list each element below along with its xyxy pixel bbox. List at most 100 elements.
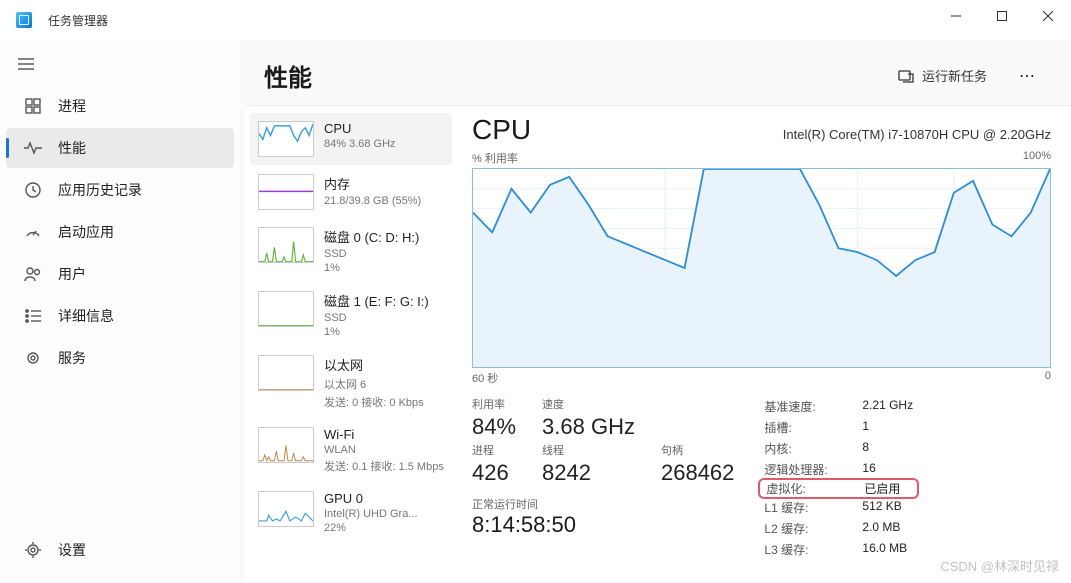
app-icon: [16, 12, 32, 28]
resource-disk1[interactable]: 磁盘 1 (E: F: G: I:) SSD 1%: [250, 283, 452, 346]
axis-left: 60 秒: [472, 370, 498, 386]
cpu-info-table: 基准速度:2.21 GHz插槽:1内核:8逻辑处理器:16虚拟化:已启用L1 缓…: [764, 396, 913, 560]
nav-services[interactable]: 服务: [6, 338, 234, 378]
eth-thumb: [258, 355, 314, 391]
nav-startup[interactable]: 启动应用: [6, 212, 234, 252]
nav-label: 服务: [58, 348, 86, 368]
handles-label: 句柄: [661, 442, 734, 458]
run-task-label: 运行新任务: [922, 66, 987, 85]
info-row: L1 缓存:512 KB: [764, 497, 913, 518]
nav-details[interactable]: 详细信息: [6, 296, 234, 336]
main-header: 性能 运行新任务 ⋯: [240, 40, 1071, 105]
info-key: 虚拟化:: [766, 480, 856, 497]
uptime-val: 8:14:58:50: [472, 512, 734, 538]
res-sub: Intel(R) UHD Gra...: [324, 508, 418, 520]
res-sub2: 22%: [324, 522, 418, 534]
info-val: 1: [862, 419, 869, 436]
chart-top-right: 100%: [1023, 150, 1051, 166]
res-title: 内存: [324, 174, 421, 193]
nav-label: 详细信息: [58, 306, 114, 326]
resource-wifi[interactable]: Wi-Fi WLAN 发送: 0.1 接收: 1.5 Mbps: [250, 419, 452, 482]
cpu-utilization-chart[interactable]: [472, 168, 1051, 368]
cpu-model: Intel(R) Core(TM) i7-10870H CPU @ 2.20GH…: [783, 127, 1051, 142]
detail-heading: CPU: [472, 114, 531, 146]
run-task-icon: [898, 68, 914, 84]
window-controls: [933, 0, 1071, 32]
threads-val: 8242: [542, 460, 635, 486]
run-new-task-button[interactable]: 运行新任务: [888, 60, 997, 91]
speed-val: 3.68 GHz: [542, 414, 635, 440]
nav-label: 启动应用: [58, 222, 114, 242]
info-val: 16.0 MB: [862, 541, 907, 558]
maximize-button[interactable]: [979, 0, 1025, 32]
resource-disk0[interactable]: 磁盘 0 (C: D: H:) SSD 1%: [250, 219, 452, 282]
nav-processes[interactable]: 进程: [6, 86, 234, 126]
res-title: CPU: [324, 121, 396, 136]
pulse-icon: [24, 139, 42, 157]
grid-icon: [24, 97, 42, 115]
util-label: 利用率: [472, 396, 516, 412]
settings-icon: [24, 541, 42, 559]
info-key: L2 缓存:: [764, 520, 854, 537]
res-title: 以太网: [324, 355, 424, 374]
info-row: 逻辑处理器: 16: [764, 459, 913, 480]
resource-cpu[interactable]: CPU84% 3.68 GHz: [250, 113, 452, 165]
gear-icon: [24, 349, 42, 367]
chart-top-left: % 利用率: [472, 150, 518, 166]
res-title: 磁盘 0 (C: D: H:): [324, 227, 419, 246]
disk-thumb: [258, 227, 314, 263]
stats-grid: 利用率 速度 84% 3.68 GHz 进程 线程 句柄 426 8242 26…: [472, 396, 734, 486]
more-button[interactable]: ⋯: [1009, 60, 1047, 92]
resource-ethernet[interactable]: 以太网以太网 6发送: 0 接收: 0 Kbps: [250, 347, 452, 418]
minimize-button[interactable]: [933, 0, 979, 32]
nav-settings[interactable]: 设置: [6, 530, 234, 570]
gpu-thumb: [258, 491, 314, 527]
threads-label: 线程: [542, 442, 635, 458]
close-button[interactable]: [1025, 0, 1071, 32]
info-row: L3 缓存: 16.0 MB: [764, 539, 913, 560]
window-title: 任务管理器: [48, 12, 108, 29]
resource-list[interactable]: CPU84% 3.68 GHz 内存 21.8/39.8 GB (55%) 磁盘 …: [244, 106, 458, 583]
info-key: L3 缓存:: [764, 541, 854, 558]
info-key: 逻辑处理器:: [764, 461, 854, 478]
nav-label: 用户: [58, 264, 86, 284]
res-sub: 21.8/39.8 GB (55%): [324, 195, 421, 207]
nav-label: 性能: [58, 138, 86, 158]
info-key: 基准速度:: [764, 398, 854, 415]
wifi-thumb: [258, 427, 314, 463]
info-val: 2.21 GHz: [862, 398, 913, 415]
cpu-thumb: [258, 121, 314, 157]
disk-thumb: [258, 291, 314, 327]
res-title: Wi-Fi: [324, 427, 444, 442]
hamburger-button[interactable]: [0, 46, 240, 85]
info-key: L1 缓存:: [764, 499, 854, 516]
res-sub: SSD: [324, 312, 429, 324]
list-icon: [24, 307, 42, 325]
res-title: 磁盘 1 (E: F: G: I:): [324, 291, 429, 310]
nav-app-history[interactable]: 应用历史记录: [6, 170, 234, 210]
info-val: 16: [862, 461, 875, 478]
axis-right: 0: [1045, 370, 1051, 386]
nav-performance[interactable]: 性能: [6, 128, 234, 168]
res-title: GPU 0: [324, 491, 418, 506]
res-sub: SSD: [324, 248, 419, 260]
res-sub: WLAN: [324, 444, 444, 456]
res-sub2: 1%: [324, 326, 429, 338]
nav-users[interactable]: 用户: [6, 254, 234, 294]
handles-val: 268462: [661, 460, 734, 486]
uptime-label: 正常运行时间: [472, 496, 734, 512]
nav-label: 进程: [58, 96, 86, 116]
resource-memory[interactable]: 内存 21.8/39.8 GB (55%): [250, 166, 452, 218]
more-icon: ⋯: [1019, 68, 1037, 85]
nav-label: 设置: [58, 540, 86, 560]
res-sub2: 1%: [324, 262, 419, 274]
proc-val: 426: [472, 460, 516, 486]
info-row: 内核:8: [764, 438, 913, 459]
info-val: 8: [862, 440, 869, 457]
info-row: 虚拟化:已启用: [758, 478, 919, 499]
res-sub2: 发送: 0.1 接收: 1.5 Mbps: [324, 458, 444, 474]
resource-gpu0[interactable]: GPU 0 Intel(R) UHD Gra... 22%: [250, 483, 452, 542]
util-val: 84%: [472, 414, 516, 440]
res-sub2: 发送: 0 接收: 0 Kbps: [324, 394, 424, 410]
mem-thumb: [258, 174, 314, 210]
